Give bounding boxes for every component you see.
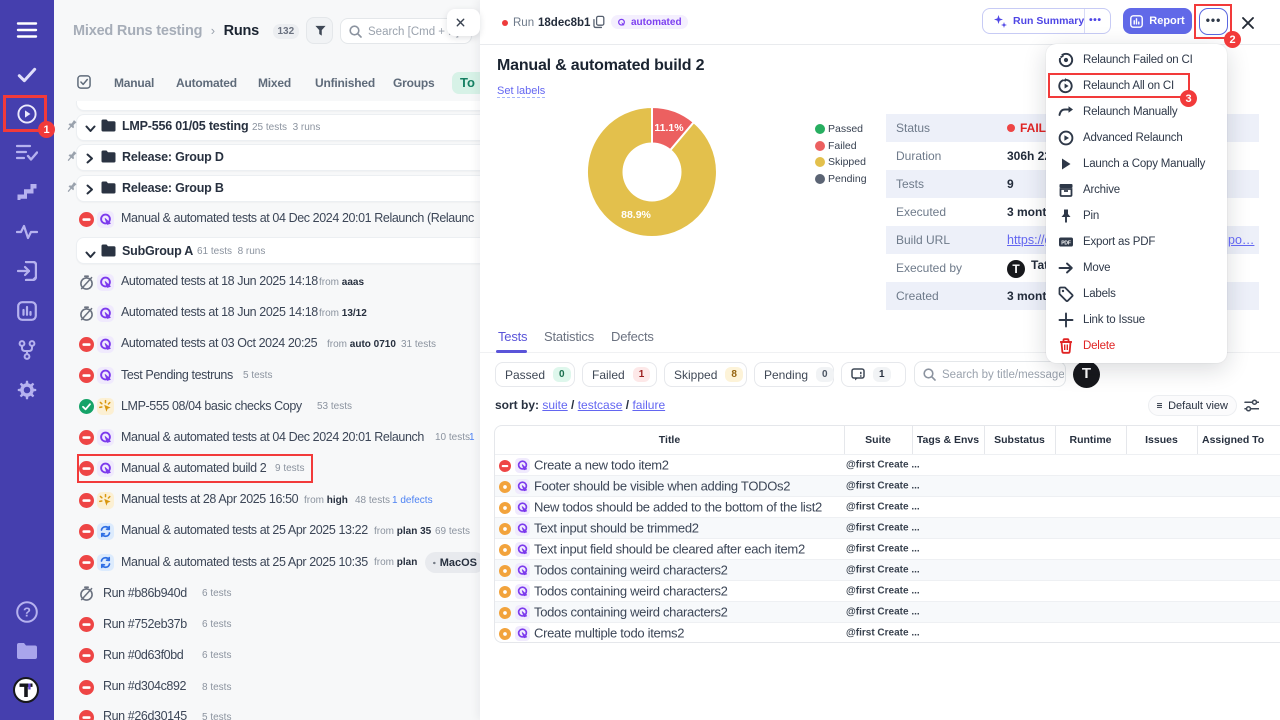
svg-text:PDF: PDF bbox=[1061, 241, 1071, 247]
svg-text:88.9%: 88.9% bbox=[621, 209, 651, 221]
svg-text:11.1%: 11.1% bbox=[654, 122, 684, 134]
svg-text:?: ? bbox=[23, 605, 31, 620]
